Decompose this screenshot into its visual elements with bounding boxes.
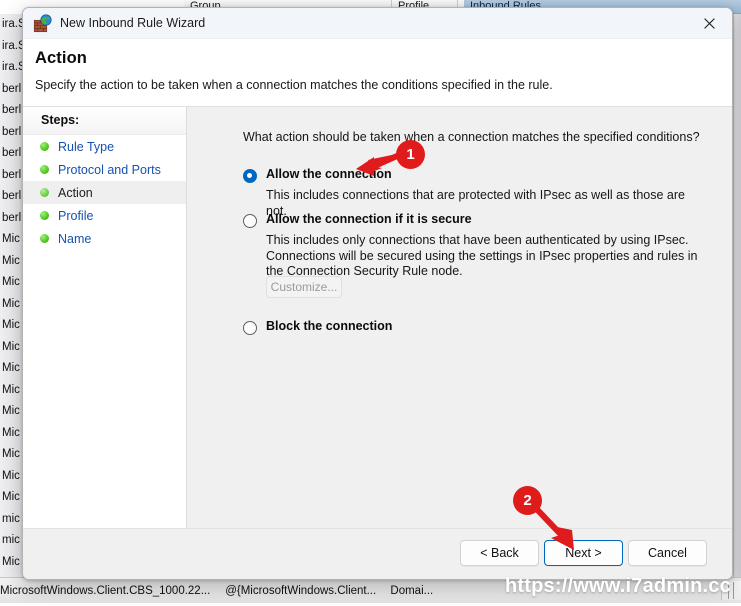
option-label: Allow the connection if it is secure <box>266 212 472 226</box>
option-label: Allow the connection <box>266 167 392 181</box>
bullet-icon <box>40 165 49 174</box>
dialog-title: New Inbound Rule Wizard <box>60 16 206 30</box>
bullet-icon <box>40 211 49 220</box>
sidebar-item-name[interactable]: Name <box>23 227 186 250</box>
radio-allow-the-connection-if-secure[interactable] <box>243 214 257 228</box>
dialog-footer: < Back Next > Cancel <box>23 528 732 579</box>
annotation-badge-2: 2 <box>513 486 542 515</box>
close-icon[interactable] <box>686 8 732 39</box>
status-cell-name: MicrosoftWindows.Client.CBS_1000.22... <box>0 585 211 597</box>
dialog-titlebar[interactable]: New Inbound Rule Wizard <box>23 8 732 39</box>
status-cell-group: @{MicrosoftWindows.Client... <box>225 585 377 597</box>
question-text: What action should be taken when a conne… <box>243 130 700 144</box>
radio-allow-the-connection[interactable] <box>243 169 257 183</box>
status-cell-profile: Domai... <box>390 585 434 597</box>
dialog-body: Steps: Rule Type Protocol and Ports Acti… <box>23 107 732 528</box>
sidebar-item-label: Name <box>58 231 92 246</box>
cancel-button[interactable]: Cancel <box>628 540 707 566</box>
option-allow-the-connection-if-secure[interactable]: Allow the connection if it is secure Thi… <box>243 212 698 280</box>
bullet-icon <box>40 234 49 243</box>
dialog-header: Action Specify the action to be taken wh… <box>23 39 732 107</box>
watermark: https://www.i7admin.cc <box>505 575 731 597</box>
content-panel: What action should be taken when a conne… <box>188 107 732 528</box>
sidebar-item-label: Action <box>58 185 93 200</box>
bullet-icon <box>40 142 49 151</box>
sidebar-item-protocol-and-ports[interactable]: Protocol and Ports <box>23 158 186 181</box>
page-title: Action <box>35 49 87 67</box>
back-button[interactable]: < Back <box>460 540 539 566</box>
sidebar-item-label: Profile <box>58 208 94 223</box>
option-description: This includes only connections that have… <box>266 233 698 278</box>
option-label: Block the connection <box>266 319 393 333</box>
annotation-badge-1: 1 <box>396 140 425 169</box>
next-button[interactable]: Next > <box>544 540 623 566</box>
firewall-globe-icon <box>33 14 52 33</box>
sidebar-item-label: Protocol and Ports <box>58 162 161 177</box>
sidebar-item-label: Rule Type <box>58 139 115 154</box>
option-row[interactable]: Allow the connection if it is secure <box>243 212 698 231</box>
radio-block-the-connection[interactable] <box>243 321 257 335</box>
background-right-edge <box>733 14 741 577</box>
sidebar-item-profile[interactable]: Profile <box>23 204 186 227</box>
sidebar-item-rule-type[interactable]: Rule Type <box>23 135 186 158</box>
steps-header: Steps: <box>23 107 186 135</box>
new-inbound-rule-wizard-dialog: New Inbound Rule Wizard Action Specify t… <box>22 7 733 580</box>
page-subtitle: Specify the action to be taken when a co… <box>35 78 553 92</box>
customize-button[interactable]: Customize... <box>266 276 342 298</box>
steps-header-label: Steps: <box>41 113 80 127</box>
bullet-icon <box>40 188 49 197</box>
sidebar-item-action[interactable]: Action <box>23 181 186 204</box>
steps-sidebar: Steps: Rule Type Protocol and Ports Acti… <box>23 107 187 528</box>
option-row[interactable]: Allow the connection <box>243 167 698 186</box>
